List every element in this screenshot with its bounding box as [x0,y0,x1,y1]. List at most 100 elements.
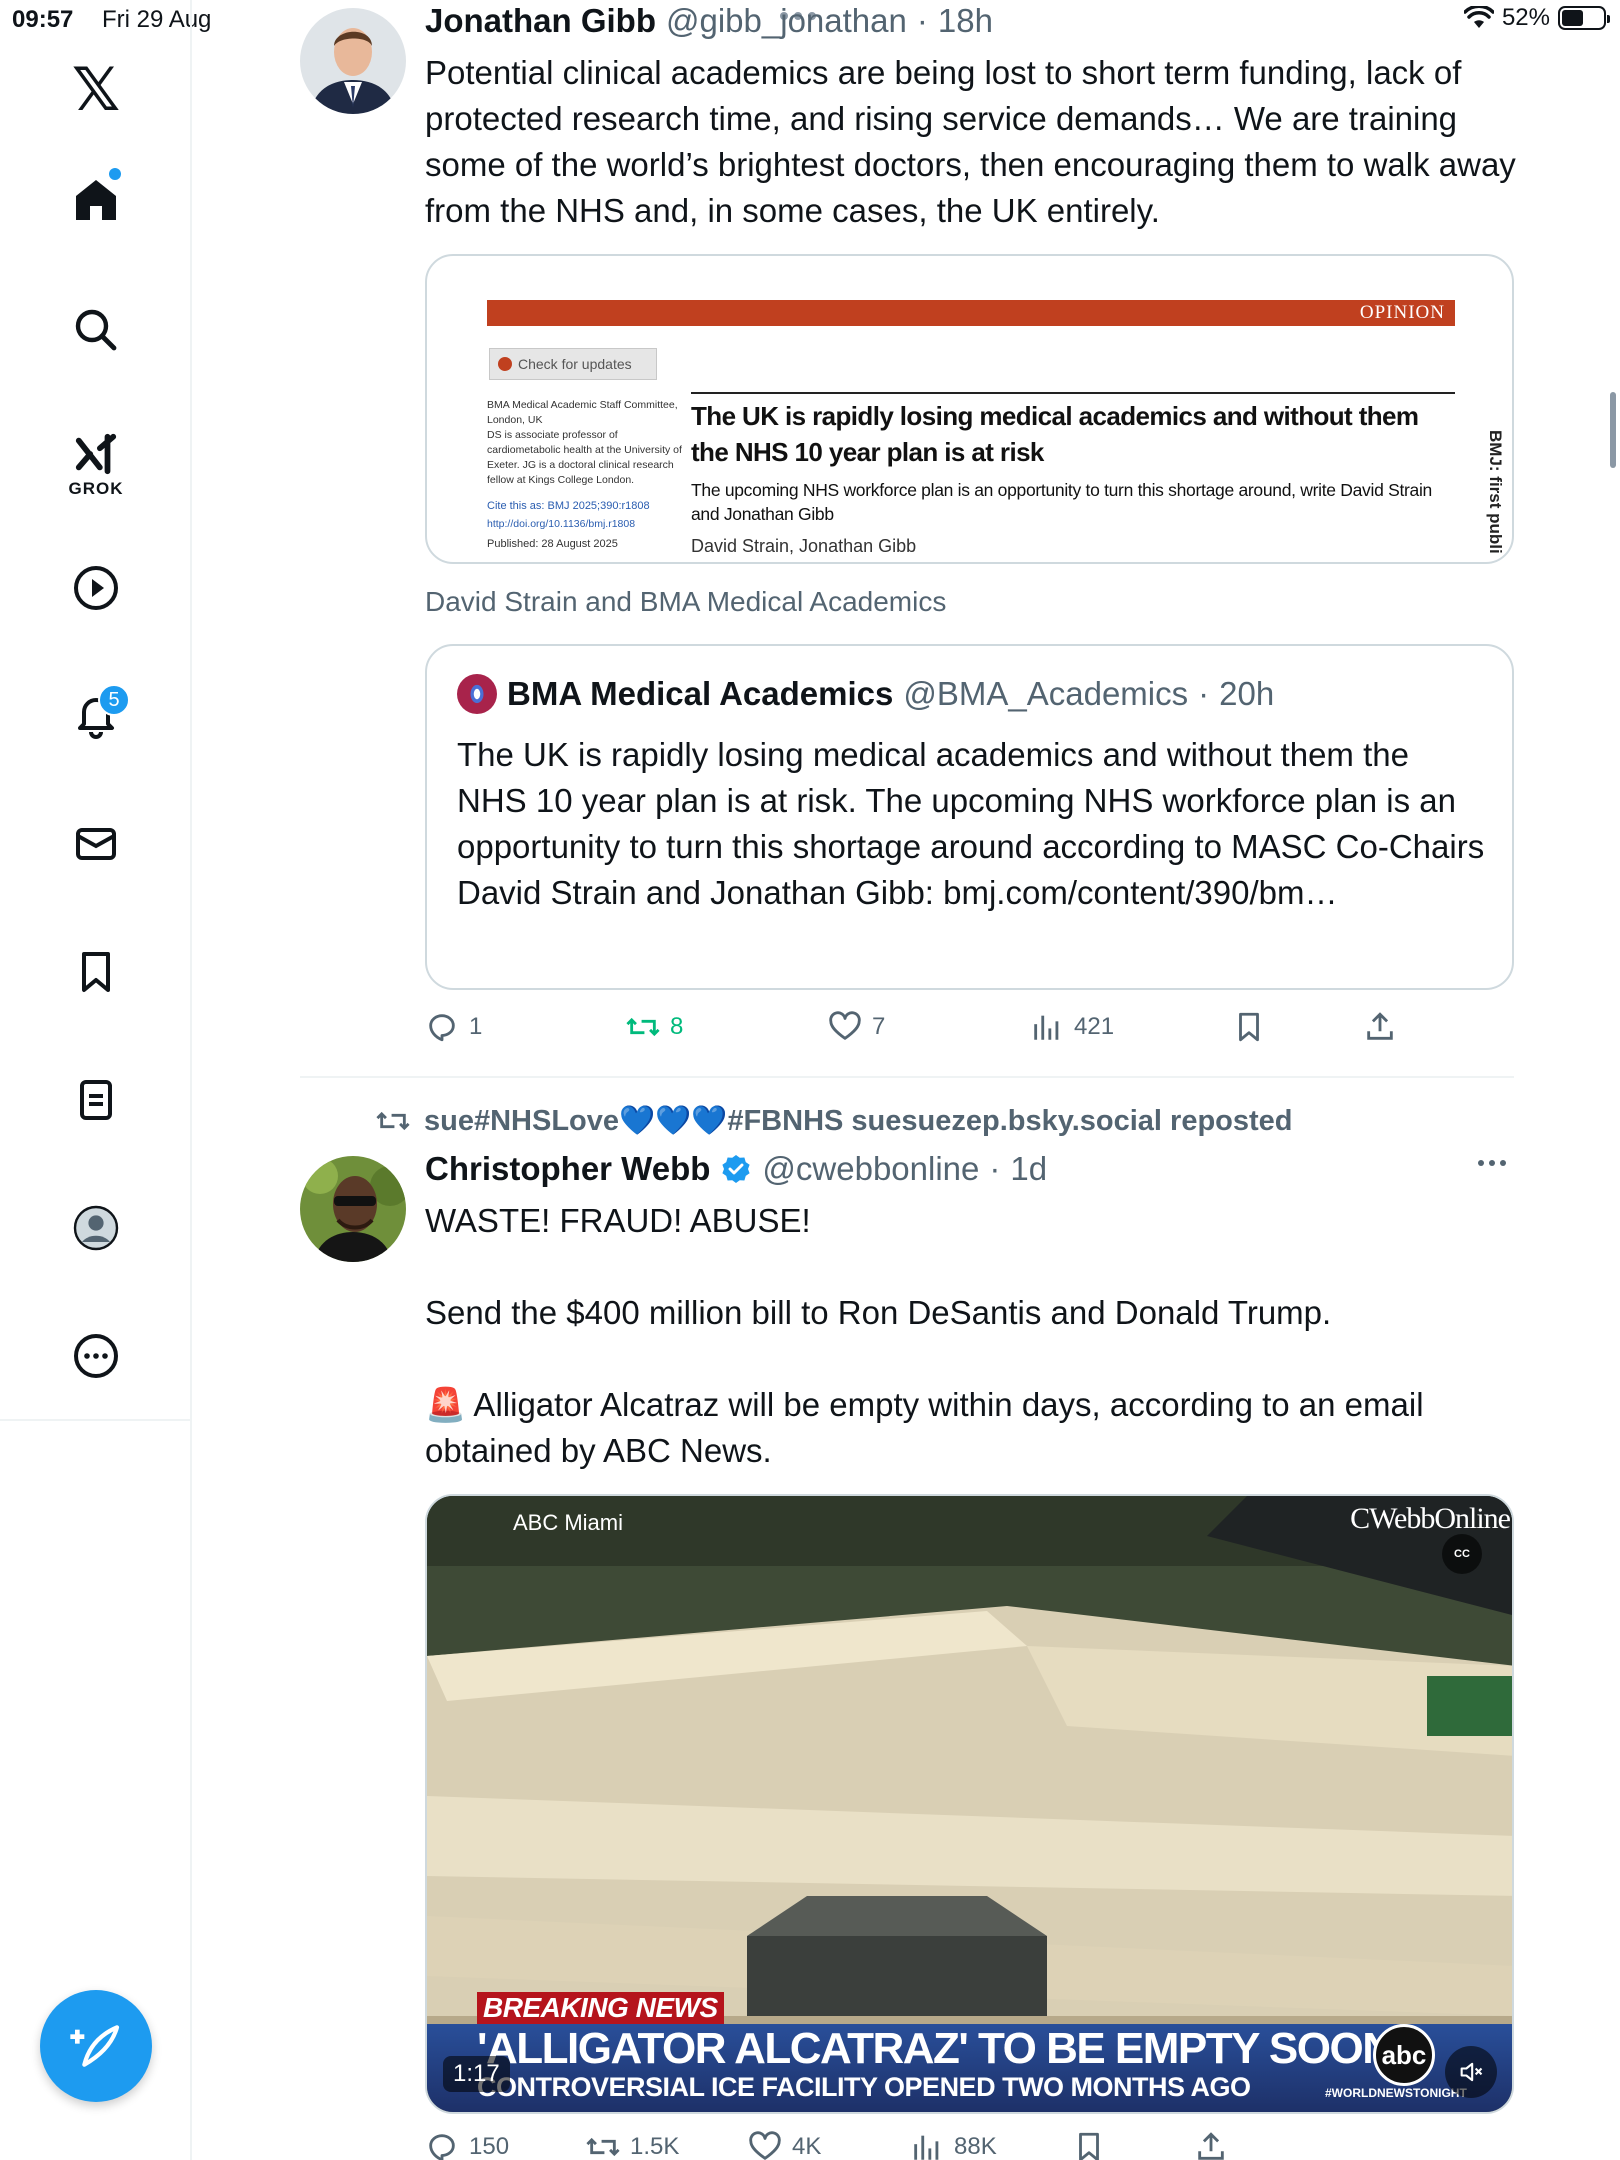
quote-meta-separator: · [1198,675,1210,712]
like-count: 7 [872,1013,886,1040]
quote-header: BMA Medical Academics @BMA_Academics · 2… [457,674,1274,714]
views-count: 88K [954,2133,997,2160]
home-unread-dot [109,168,121,180]
bookmark-icon [1239,1012,1259,1042]
views-action[interactable]: 421 [1030,1010,1114,1044]
mail-icon[interactable] [56,804,136,884]
author-name[interactable]: Christopher Webb [425,1150,710,1188]
share-action[interactable] [1363,1010,1397,1044]
video-icon[interactable] [56,548,136,628]
reply-icon [429,1014,455,1042]
grok-icon[interactable]: GROK [56,420,136,510]
views-icon [914,2135,939,2160]
reply-icon [429,2134,455,2160]
quote-author-handle: @BMA_Academics [903,675,1189,712]
repost-count: 1.5K [630,2133,680,2160]
bookmark-action[interactable] [1232,1010,1266,1044]
video-player[interactable]: ABC Miami CWebbOnline CC BREAKING NEWS '… [425,1494,1514,2114]
article-side-text: BMJ: first publi [1486,430,1505,554]
breaking-news-banner: BREAKING NEWS [477,1992,724,2024]
opinion-banner: OPINION [487,300,1455,326]
avatar[interactable] [300,8,406,114]
repost-banner[interactable]: sue#NHSLove💙💙💙#FBNHS suesuezep.bsky.soci… [376,1104,1293,1138]
reply-action[interactable]: 1 [425,1010,482,1044]
post-text: Potential clinical academics are being l… [425,54,1525,229]
views-action[interactable]: 88K [910,2130,997,2160]
card-caption[interactable]: David Strain and BMA Medical Academics [425,586,946,618]
check-updates-badge: Check for updates [489,348,657,380]
article-standfirst: The upcoming NHS workforce plan is an op… [691,480,1432,524]
bookmark-icon [1079,2132,1099,2160]
notifications-badge: 5 [98,684,130,716]
article-published: Published: 28 August 2025 [487,538,618,550]
verified-badge-icon [722,1155,751,1183]
compose-icon [70,2025,120,2067]
news-headline: 'ALLIGATOR ALCATRAZ' TO BE EMPTY SOON [477,2024,1394,2073]
breaking-news-label: BREAKING NEWS [483,1992,718,2023]
sidebar: 𝕏 GROK 5 [0,0,192,2160]
like-count: 4K [792,2133,822,2160]
article-affiliation: BMA Medical Academic Staff Committee, Lo… [487,399,682,486]
meta-separator: · [989,1150,1001,1187]
search-icon[interactable] [56,290,136,370]
lists-icon[interactable] [56,1060,136,1140]
bell-icon[interactable]: 5 [56,676,136,756]
bookmark-action[interactable] [1072,2130,1106,2160]
author-handle[interactable]: @cwebbonline [762,1150,979,1188]
profile-icon[interactable] [56,1188,136,1268]
quote-text: The UK is rapidly losing medical academi… [457,736,1485,911]
status-right: 52% [1463,4,1610,32]
bookmark-icon[interactable] [56,932,136,1012]
author-name[interactable]: Jonathan Gibb [425,2,656,40]
share-action[interactable] [1194,2130,1228,2160]
battery-icon [1558,6,1610,30]
opinion-label: OPINION [1359,302,1445,323]
quote-avatar [457,674,497,714]
post-time[interactable]: 18h [938,2,993,40]
share-icon [1198,2132,1224,2160]
check-updates-label: Check for updates [518,356,632,372]
author-handle[interactable]: @gibb_jonathan [666,2,907,40]
article-card[interactable]: OPINION Check for updates BMA Medical Ac… [425,254,1514,564]
check-updates-icon [498,357,512,371]
post-header: Jonathan Gibb @gibb_jonathan · 18h [425,2,993,40]
repost-action[interactable]: 8 [626,1010,683,1044]
news-subline: CONTROVERSIAL ICE FACILITY OPENED TWO MO… [477,2072,1251,2102]
battery-percent: 52% [1501,4,1550,31]
quote-time: 20h [1219,675,1275,712]
repost-label: sue#NHSLove💙💙💙#FBNHS suesuezep.bsky.soci… [424,1105,1293,1137]
repost-action[interactable]: 1.5K [586,2130,679,2160]
home-icon[interactable] [56,160,136,240]
repost-icon [376,1111,410,1131]
more-icon[interactable] [56,1316,136,1396]
grok-label: GROK [68,479,124,498]
reply-count: 1 [469,1013,483,1040]
post-time[interactable]: 1d [1010,1150,1047,1188]
repost-icon [586,2137,620,2157]
quote-author-name[interactable]: BMA Medical Academics [507,675,893,713]
post-more-icon[interactable] [1478,1160,1506,1166]
quote-tweet[interactable]: BMA Medical Academics @BMA_Academics · 2… [425,644,1514,990]
cc-icon[interactable]: CC [1442,1534,1482,1574]
post-header: Christopher Webb @cwebbonline · 1d [425,1150,1047,1188]
reply-action[interactable]: 150 [425,2130,509,2160]
avatar[interactable] [300,1156,406,1262]
x-logo[interactable]: 𝕏 [56,50,136,130]
video-duration: 1:17 [443,2056,510,2092]
article-doi: http://doi.org/10.1136/bmj.r1808 [487,518,636,530]
like-icon [829,1011,861,1040]
article-authors: David Strain, Jonathan Gibb [691,536,917,556]
share-icon [1367,1012,1393,1040]
views-count: 421 [1074,1013,1115,1040]
like-action[interactable]: 7 [828,1010,885,1044]
repost-count: 8 [670,1013,684,1040]
post-divider [300,1076,1514,1078]
like-icon [749,2131,781,2160]
meta-separator: · [916,2,928,39]
repost-icon [626,1017,660,1037]
news-hashtag: #WORLDNEWSTONIGHT [1325,2086,1467,2100]
like-action[interactable]: 4K [748,2130,821,2160]
scroll-indicator[interactable] [1610,392,1616,468]
compose-button[interactable] [40,1990,152,2102]
mute-icon[interactable] [1445,2046,1497,2098]
